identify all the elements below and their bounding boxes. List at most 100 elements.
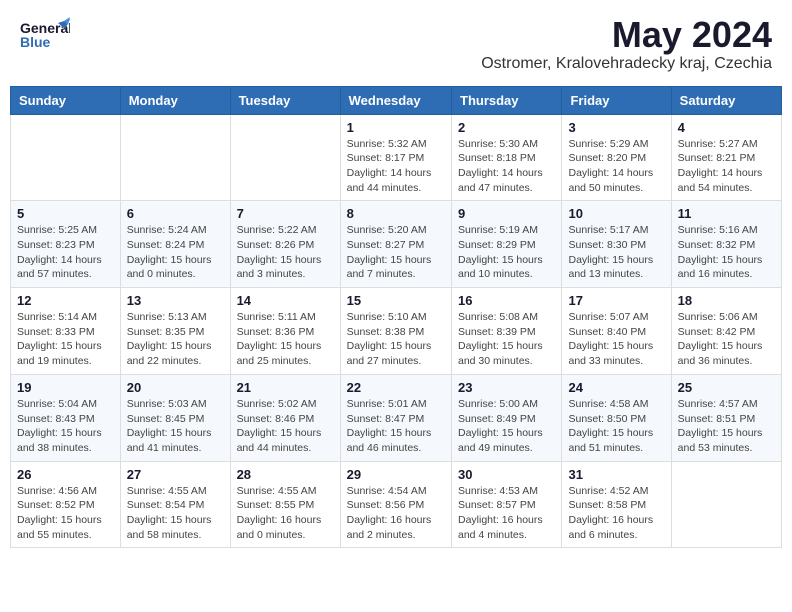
day-number: 15 [347, 293, 445, 308]
calendar-cell: 24 Sunrise: 4:58 AMSunset: 8:50 PMDayligh… [562, 374, 671, 461]
day-info: Sunrise: 5:19 AMSunset: 8:29 PMDaylight:… [458, 223, 555, 282]
calendar-cell [120, 114, 230, 201]
day-number: 1 [347, 120, 445, 135]
calendar-cell: 1 Sunrise: 5:32 AMSunset: 8:17 PMDaylight… [340, 114, 451, 201]
day-info: Sunrise: 5:06 AMSunset: 8:42 PMDaylight:… [678, 310, 775, 369]
week-row-2: 5Sunrise: 5:25 AMSunset: 8:23 PMDaylight… [11, 201, 782, 288]
day-info: Sunrise: 5:07 AMSunset: 8:40 PMDaylight:… [568, 310, 664, 369]
logo-icon: General Blue [20, 15, 70, 60]
day-number: 18 [678, 293, 775, 308]
calendar-cell: 30 Sunrise: 4:53 AMSunset: 8:57 PMDayligh… [452, 461, 562, 548]
calendar-cell: 5Sunrise: 5:25 AMSunset: 8:23 PMDaylight… [11, 201, 121, 288]
calendar-cell: 14Sunrise: 5:11 AMSunset: 8:36 PMDayligh… [230, 288, 340, 375]
day-number: 13 [127, 293, 224, 308]
day-info: Sunrise: 5:29 AMSunset: 8:20 PMDaylight:… [568, 137, 664, 196]
day-number: 21 [237, 380, 334, 395]
day-number: 31 [568, 467, 664, 482]
day-number: 5 [17, 206, 114, 221]
week-row-1: 1 Sunrise: 5:32 AMSunset: 8:17 PMDaylight… [11, 114, 782, 201]
calendar-cell: 12Sunrise: 5:14 AMSunset: 8:33 PMDayligh… [11, 288, 121, 375]
day-info: Sunrise: 5:01 AMSunset: 8:47 PMDaylight:… [347, 397, 445, 456]
day-info: Sunrise: 4:55 AMSunset: 8:54 PMDaylight:… [127, 484, 224, 543]
day-number: 2 [458, 120, 555, 135]
logo: General Blue [20, 15, 70, 60]
day-info: Sunrise: 5:11 AMSunset: 8:36 PMDaylight:… [237, 310, 334, 369]
calendar-cell: 31 Sunrise: 4:52 AMSunset: 8:58 PMDayligh… [562, 461, 671, 548]
calendar-cell: 23 Sunrise: 5:00 AMSunset: 8:49 PMDayligh… [452, 374, 562, 461]
day-number: 20 [127, 380, 224, 395]
calendar-cell: 21Sunrise: 5:02 AMSunset: 8:46 PMDayligh… [230, 374, 340, 461]
weekday-header-thursday: Thursday [452, 86, 562, 114]
calendar-cell: 29Sunrise: 4:54 AMSunset: 8:56 PMDayligh… [340, 461, 451, 548]
weekday-header-monday: Monday [120, 86, 230, 114]
day-info: Sunrise: 4:57 AMSunset: 8:51 PMDaylight:… [678, 397, 775, 456]
location-title: Ostromer, Kralovehradecky kraj, Czechia [481, 55, 772, 73]
page-header: General Blue May 2024 Ostromer, Kraloveh… [10, 10, 782, 78]
title-section: May 2024 Ostromer, Kralovehradecky kraj,… [481, 15, 772, 73]
day-number: 30 [458, 467, 555, 482]
calendar-cell: 17 Sunrise: 5:07 AMSunset: 8:40 PMDayligh… [562, 288, 671, 375]
calendar-cell: 6 Sunrise: 5:24 AMSunset: 8:24 PMDaylight… [120, 201, 230, 288]
month-title: May 2024 [481, 15, 772, 55]
calendar-cell: 25 Sunrise: 4:57 AMSunset: 8:51 PMDayligh… [671, 374, 781, 461]
day-info: Sunrise: 5:30 AMSunset: 8:18 PMDaylight:… [458, 137, 555, 196]
weekday-header-sunday: Sunday [11, 86, 121, 114]
calendar-cell: 10 Sunrise: 5:17 AMSunset: 8:30 PMDayligh… [562, 201, 671, 288]
calendar-cell: 27 Sunrise: 4:55 AMSunset: 8:54 PMDayligh… [120, 461, 230, 548]
calendar-cell: 8 Sunrise: 5:20 AMSunset: 8:27 PMDaylight… [340, 201, 451, 288]
calendar-cell: 7 Sunrise: 5:22 AMSunset: 8:26 PMDaylight… [230, 201, 340, 288]
week-row-3: 12Sunrise: 5:14 AMSunset: 8:33 PMDayligh… [11, 288, 782, 375]
calendar-cell: 26Sunrise: 4:56 AMSunset: 8:52 PMDayligh… [11, 461, 121, 548]
day-number: 26 [17, 467, 114, 482]
week-row-4: 19Sunrise: 5:04 AMSunset: 8:43 PMDayligh… [11, 374, 782, 461]
calendar-cell: 28 Sunrise: 4:55 AMSunset: 8:55 PMDayligh… [230, 461, 340, 548]
calendar-cell: 19Sunrise: 5:04 AMSunset: 8:43 PMDayligh… [11, 374, 121, 461]
calendar-cell: 11Sunrise: 5:16 AMSunset: 8:32 PMDayligh… [671, 201, 781, 288]
day-number: 29 [347, 467, 445, 482]
day-info: Sunrise: 5:14 AMSunset: 8:33 PMDaylight:… [17, 310, 114, 369]
day-info: Sunrise: 5:08 AMSunset: 8:39 PMDaylight:… [458, 310, 555, 369]
day-number: 17 [568, 293, 664, 308]
calendar-cell: 20Sunrise: 5:03 AMSunset: 8:45 PMDayligh… [120, 374, 230, 461]
day-info: Sunrise: 5:10 AMSunset: 8:38 PMDaylight:… [347, 310, 445, 369]
day-info: Sunrise: 5:24 AMSunset: 8:24 PMDaylight:… [127, 223, 224, 282]
calendar-cell: 22Sunrise: 5:01 AMSunset: 8:47 PMDayligh… [340, 374, 451, 461]
calendar-cell [671, 461, 781, 548]
calendar-cell: 18 Sunrise: 5:06 AMSunset: 8:42 PMDayligh… [671, 288, 781, 375]
weekday-header-friday: Friday [562, 86, 671, 114]
weekday-header-wednesday: Wednesday [340, 86, 451, 114]
week-row-5: 26Sunrise: 4:56 AMSunset: 8:52 PMDayligh… [11, 461, 782, 548]
svg-text:Blue: Blue [20, 34, 51, 50]
day-number: 10 [568, 206, 664, 221]
day-info: Sunrise: 5:00 AMSunset: 8:49 PMDaylight:… [458, 397, 555, 456]
calendar-cell: 16Sunrise: 5:08 AMSunset: 8:39 PMDayligh… [452, 288, 562, 375]
day-number: 8 [347, 206, 445, 221]
day-info: Sunrise: 5:20 AMSunset: 8:27 PMDaylight:… [347, 223, 445, 282]
calendar-cell [230, 114, 340, 201]
day-number: 27 [127, 467, 224, 482]
day-info: Sunrise: 5:27 AMSunset: 8:21 PMDaylight:… [678, 137, 775, 196]
day-info: Sunrise: 5:13 AMSunset: 8:35 PMDaylight:… [127, 310, 224, 369]
calendar-cell: 9Sunrise: 5:19 AMSunset: 8:29 PMDaylight… [452, 201, 562, 288]
day-info: Sunrise: 5:22 AMSunset: 8:26 PMDaylight:… [237, 223, 334, 282]
day-number: 4 [678, 120, 775, 135]
day-number: 23 [458, 380, 555, 395]
day-number: 6 [127, 206, 224, 221]
day-info: Sunrise: 5:32 AMSunset: 8:17 PMDaylight:… [347, 137, 445, 196]
weekday-header-tuesday: Tuesday [230, 86, 340, 114]
weekday-header-row: SundayMondayTuesdayWednesdayThursdayFrid… [11, 86, 782, 114]
calendar-cell: 3Sunrise: 5:29 AMSunset: 8:20 PMDaylight… [562, 114, 671, 201]
day-info: Sunrise: 4:52 AMSunset: 8:58 PMDaylight:… [568, 484, 664, 543]
day-info: Sunrise: 4:58 AMSunset: 8:50 PMDaylight:… [568, 397, 664, 456]
day-info: Sunrise: 4:53 AMSunset: 8:57 PMDaylight:… [458, 484, 555, 543]
day-number: 24 [568, 380, 664, 395]
day-number: 28 [237, 467, 334, 482]
day-number: 7 [237, 206, 334, 221]
day-info: Sunrise: 5:16 AMSunset: 8:32 PMDaylight:… [678, 223, 775, 282]
day-number: 25 [678, 380, 775, 395]
day-info: Sunrise: 5:17 AMSunset: 8:30 PMDaylight:… [568, 223, 664, 282]
calendar-cell: 4 Sunrise: 5:27 AMSunset: 8:21 PMDaylight… [671, 114, 781, 201]
day-info: Sunrise: 4:55 AMSunset: 8:55 PMDaylight:… [237, 484, 334, 543]
calendar-cell [11, 114, 121, 201]
calendar-table: SundayMondayTuesdayWednesdayThursdayFrid… [10, 86, 782, 549]
